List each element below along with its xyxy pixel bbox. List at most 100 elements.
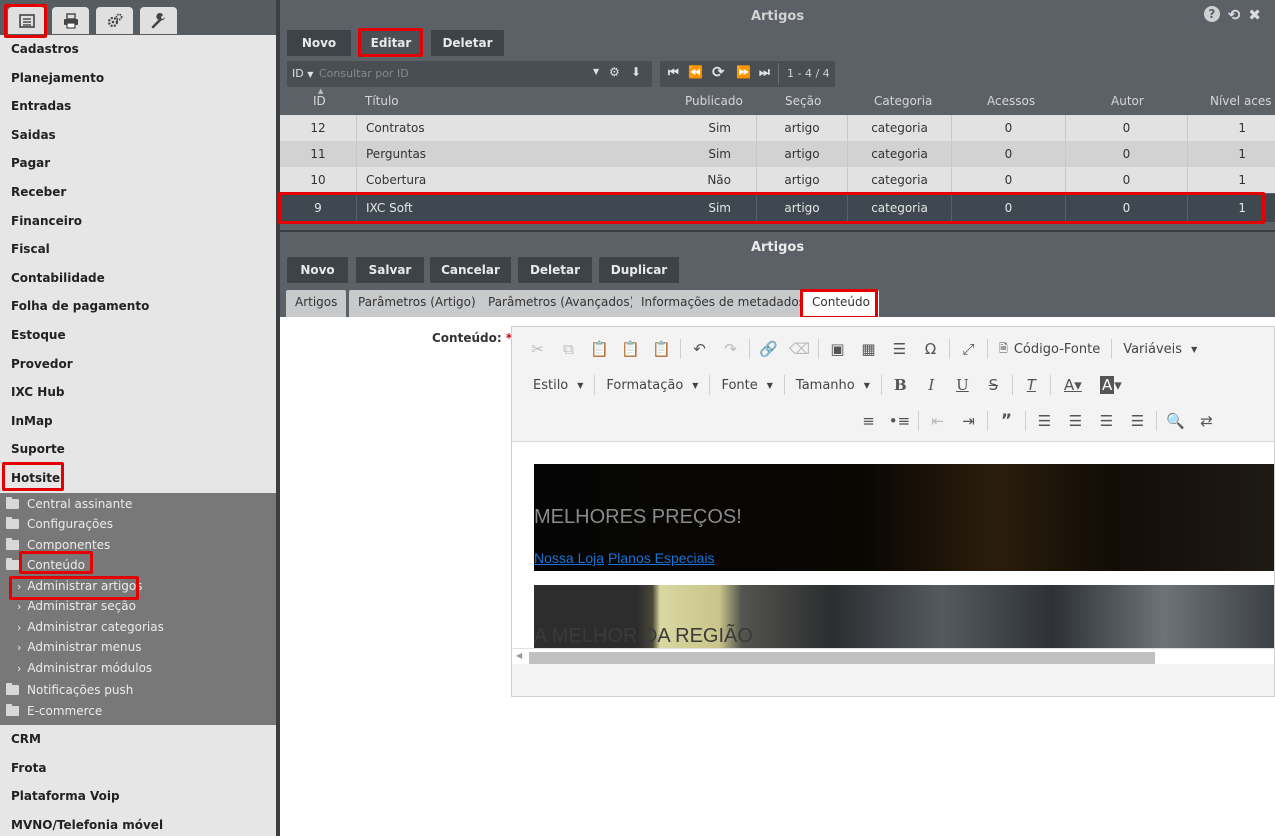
editor-content-area[interactable]: MELHORES PREÇOS! Nossa Loja Planos Espec… <box>512 441 1274 648</box>
cut-icon[interactable]: ✂ <box>522 337 553 361</box>
submenu-folder-central-assinante[interactable]: Central assinante <box>0 494 276 515</box>
underline-icon[interactable]: U <box>947 373 978 397</box>
search-input[interactable]: Consultar por ID <box>319 67 409 80</box>
search-field-select[interactable]: ID ▼ <box>292 67 313 80</box>
submenu-item-administrar-categorias[interactable]: › Administrar categorias <box>0 617 276 638</box>
tab-metadados[interactable]: Informações de metadados <box>632 290 814 317</box>
column-header-category[interactable]: Categoria <box>874 94 932 108</box>
submenu-item-administrar-menus[interactable]: › Administrar menus <box>0 637 276 658</box>
menu-item-fiscal[interactable]: Fiscal <box>0 235 276 264</box>
delete-button[interactable]: Deletar <box>431 30 504 56</box>
align-justify-icon[interactable]: ☰ <box>1122 409 1153 433</box>
paste-text-icon[interactable]: 📋 <box>615 337 646 361</box>
menu-button[interactable] <box>8 7 45 34</box>
download-icon[interactable]: ⬇ <box>631 65 641 79</box>
new-button[interactable]: Novo <box>287 30 351 56</box>
tools-button[interactable] <box>140 7 177 34</box>
table-row[interactable]: 12 Contratos Sim artigo categoria 0 0 1 <box>280 115 1275 141</box>
link-nossa-loja[interactable]: Nossa Loja <box>534 550 604 566</box>
style-dropdown[interactable]: Estilo ▼ <box>525 378 591 393</box>
find-icon[interactable]: 🔍 <box>1160 409 1191 433</box>
bulleted-list-icon[interactable]: •≡ <box>884 409 915 433</box>
menu-item-planejamento[interactable]: Planejamento <box>0 64 276 93</box>
table-row[interactable]: 11 Perguntas Sim artigo categoria 0 0 1 <box>280 141 1275 167</box>
tab-parametros-avancados[interactable]: Parâmetros (Avançados) <box>479 290 644 317</box>
column-header-title[interactable]: Título <box>365 94 399 108</box>
next-page-icon[interactable]: ⏩ <box>736 65 751 79</box>
submenu-item-administrar-artigos[interactable]: › Administrar artigos <box>0 576 276 597</box>
submenu-item-administrar-secao[interactable]: › Administrar seção <box>0 596 276 617</box>
column-header-section[interactable]: Seção <box>785 94 821 108</box>
horizontal-scrollbar[interactable]: ◀ <box>512 648 1274 664</box>
bold-icon[interactable]: B <box>885 373 916 397</box>
table-row[interactable]: 10 Cobertura Não artigo categoria 0 0 1 <box>280 167 1275 193</box>
tab-conteudo[interactable]: Conteúdo <box>803 290 879 317</box>
table-icon[interactable]: ▦ <box>853 337 884 361</box>
link-icon[interactable]: 🔗 <box>753 337 784 361</box>
edit-button[interactable]: Editar <box>361 30 421 56</box>
submenu-folder-notificacoes-push[interactable]: Notificações push <box>0 680 276 701</box>
redo-icon[interactable]: ↷ <box>715 337 746 361</box>
menu-item-receber[interactable]: Receber <box>0 178 276 207</box>
tab-artigos[interactable]: Artigos <box>286 290 347 317</box>
column-header-level[interactable]: Nível aces <box>1210 94 1272 108</box>
menu-item-mvno[interactable]: MVNO/Telefonia móvel <box>0 811 276 836</box>
link-planos-especiais[interactable]: Planos Especiais <box>608 550 715 566</box>
image-icon[interactable]: ▣ <box>822 337 853 361</box>
submenu-item-administrar-modulos[interactable]: › Administrar módulos <box>0 658 276 679</box>
menu-item-saidas[interactable]: Saidas <box>0 121 276 150</box>
unlink-icon[interactable]: ⌫ <box>784 337 815 361</box>
menu-item-folha-pagamento[interactable]: Folha de pagamento <box>0 292 276 321</box>
align-left-icon[interactable]: ☰ <box>1029 409 1060 433</box>
history-icon[interactable]: ⟲ <box>1228 6 1241 24</box>
column-header-views[interactable]: Acessos <box>987 94 1035 108</box>
column-header-id[interactable]: ID <box>313 94 326 108</box>
settings-button[interactable] <box>96 7 133 34</box>
menu-item-contabilidade[interactable]: Contabilidade <box>0 264 276 293</box>
form-new-button[interactable]: Novo <box>287 257 348 283</box>
italic-icon[interactable]: I <box>916 373 947 397</box>
menu-item-estoque[interactable]: Estoque <box>0 321 276 350</box>
menu-item-hotsite[interactable]: Hotsite <box>0 464 276 493</box>
format-dropdown[interactable]: Formatação ▼ <box>598 378 706 393</box>
outdent-icon[interactable]: ⇤ <box>922 409 953 433</box>
menu-item-frota[interactable]: Frota <box>0 754 276 783</box>
menu-item-provedor[interactable]: Provedor <box>0 350 276 379</box>
menu-item-ixc-hub[interactable]: IXC Hub <box>0 378 276 407</box>
font-dropdown[interactable]: Fonte ▼ <box>713 378 780 393</box>
horizontal-line-icon[interactable]: ☰ <box>884 337 915 361</box>
scrollbar-thumb[interactable] <box>529 652 1155 664</box>
menu-item-entradas[interactable]: Entradas <box>0 92 276 121</box>
replace-icon[interactable]: ⇄ <box>1191 409 1222 433</box>
submenu-folder-configuracoes[interactable]: Configurações <box>0 514 276 535</box>
form-delete-button[interactable]: Deletar <box>518 257 592 283</box>
special-char-icon[interactable]: Ω <box>915 337 946 361</box>
numbered-list-icon[interactable]: ≡ <box>853 409 884 433</box>
menu-item-crm[interactable]: CRM <box>0 725 276 754</box>
paste-icon[interactable]: 📋 <box>584 337 615 361</box>
table-row-selected[interactable]: 9 IXC Soft Sim artigo categoria 0 0 1 <box>280 194 1275 222</box>
submenu-folder-componentes[interactable]: Componentes <box>0 535 276 556</box>
indent-icon[interactable]: ⇥ <box>953 409 984 433</box>
variables-dropdown[interactable]: Variáveis ▼ <box>1115 342 1205 357</box>
align-right-icon[interactable]: ☰ <box>1091 409 1122 433</box>
column-header-published[interactable]: Publicado <box>685 94 743 108</box>
menu-item-pagar[interactable]: Pagar <box>0 149 276 178</box>
align-center-icon[interactable]: ☰ <box>1060 409 1091 433</box>
close-icon[interactable]: ✖ <box>1248 6 1261 24</box>
refresh-icon[interactable]: ⟳ <box>712 63 725 81</box>
print-button[interactable] <box>52 7 89 34</box>
submenu-folder-conteudo[interactable]: Conteúdo <box>0 555 276 576</box>
menu-item-plataforma-voip[interactable]: Plataforma Voip <box>0 782 276 811</box>
scroll-left-icon[interactable]: ◀ <box>516 651 522 660</box>
text-color-icon[interactable]: A▾ <box>1054 373 1092 397</box>
save-button[interactable]: Salvar <box>356 257 424 283</box>
first-page-icon[interactable]: ⏮ <box>668 65 679 80</box>
source-code-button[interactable]: 🗎 Código-Fonte <box>991 340 1108 359</box>
cancel-button[interactable]: Cancelar <box>430 257 511 283</box>
paste-word-icon[interactable]: 📋 <box>646 337 677 361</box>
last-page-icon[interactable]: ⏭ <box>759 65 770 80</box>
search-caret-icon[interactable]: ▼ <box>593 67 599 76</box>
menu-item-financeiro[interactable]: Financeiro <box>0 207 276 236</box>
search-options-icon[interactable]: ⚙ <box>609 65 620 79</box>
